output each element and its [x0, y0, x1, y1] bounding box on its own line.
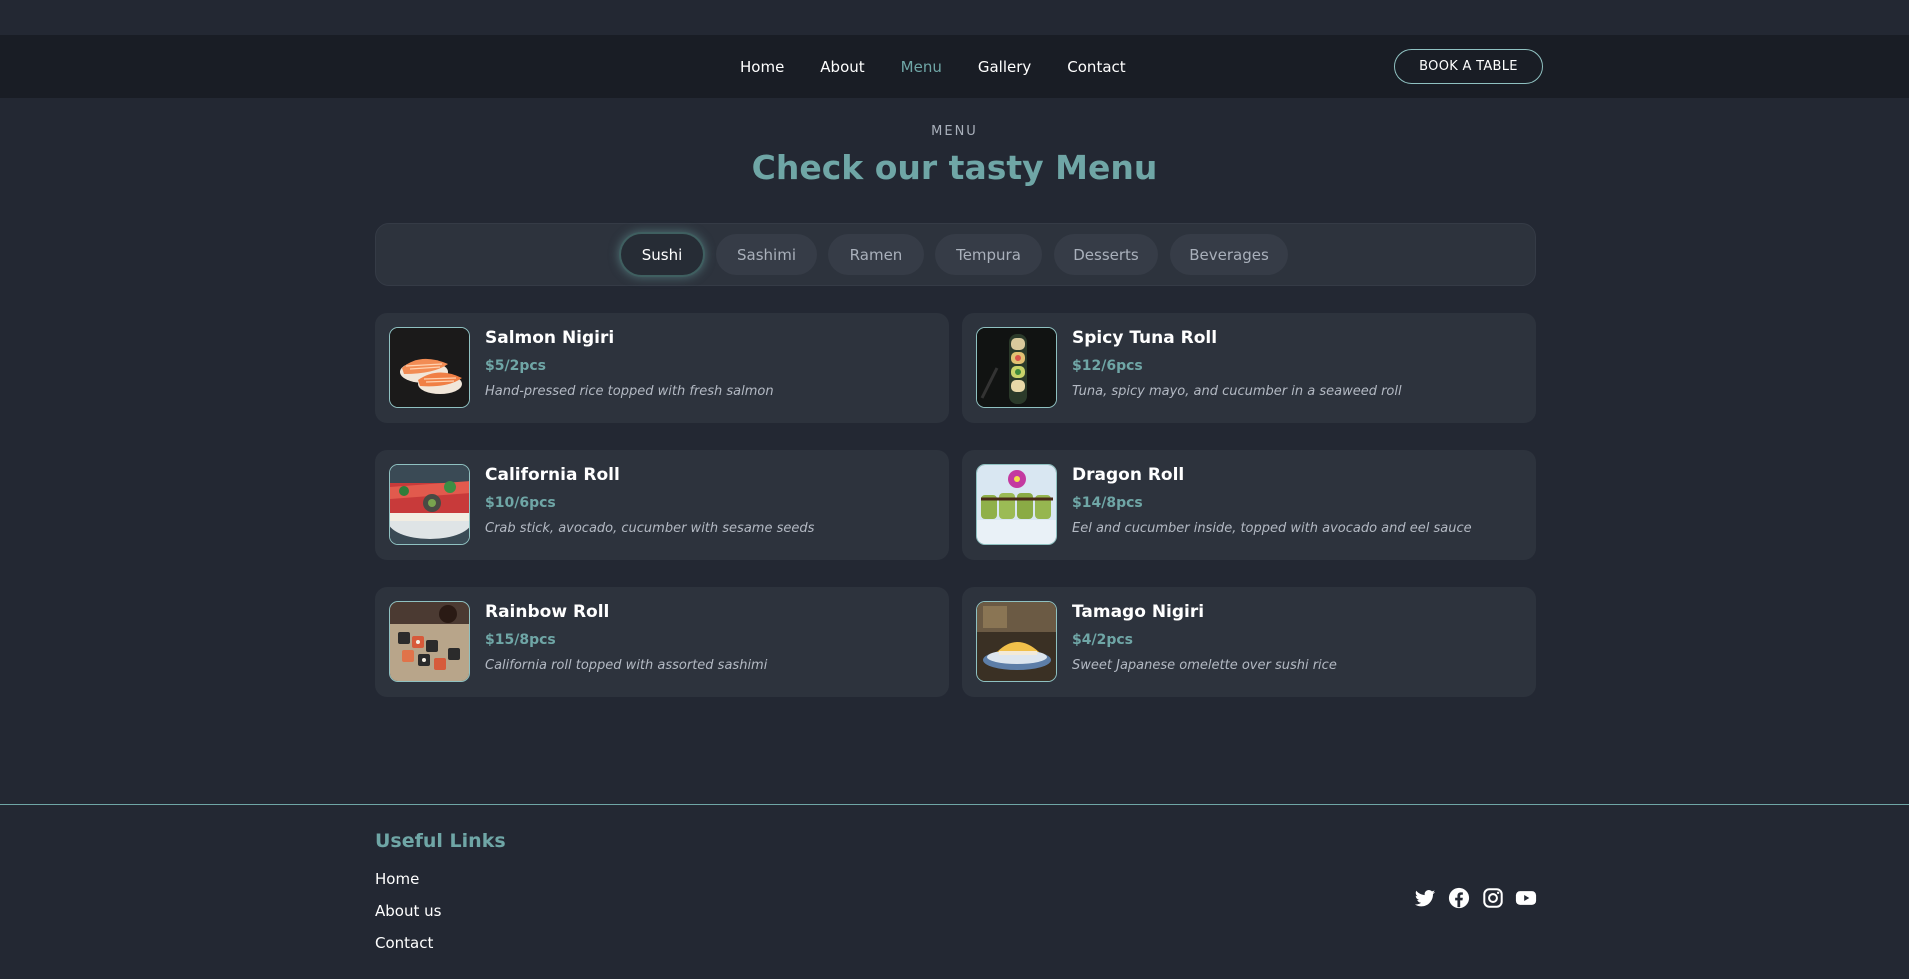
main-nav: Home About Menu Gallery Contact [740, 35, 1162, 98]
menu-item-card[interactable]: Dragon Roll $14/8pcs Eel and cucumber in… [962, 450, 1536, 560]
book-a-table-button[interactable]: BOOK A TABLE [1394, 49, 1543, 84]
tab-desserts[interactable]: Desserts [1054, 234, 1158, 275]
section-title: Check our tasty Menu [751, 148, 1158, 187]
tab-tempura[interactable]: Tempura [935, 234, 1042, 275]
footer-divider [0, 804, 1909, 805]
item-description: California roll topped with assorted sas… [485, 658, 768, 673]
item-name: Dragon Roll [1072, 465, 1185, 485]
menu-item-card[interactable]: Tamago Nigiri $4/2pcs Sweet Japanese ome… [962, 587, 1536, 697]
item-price: $14/8pcs [1072, 495, 1143, 511]
tab-sushi[interactable]: Sushi [621, 234, 703, 275]
nav-gallery-link[interactable]: Gallery [978, 58, 1031, 76]
menu-item-card[interactable]: California Roll $10/6pcs Crab stick, avo… [375, 450, 949, 560]
item-price: $5/2pcs [485, 358, 546, 374]
spicy-tuna-roll-photo [976, 327, 1057, 408]
item-name: Spicy Tuna Roll [1072, 328, 1218, 348]
item-description: Hand-pressed rice topped with fresh salm… [485, 384, 774, 399]
item-price: $12/6pcs [1072, 358, 1143, 374]
item-name: Salmon Nigiri [485, 328, 615, 348]
twitter-icon[interactable] [1414, 887, 1436, 909]
tamago-nigiri-photo [976, 601, 1057, 682]
nav-home-link[interactable]: Home [740, 58, 784, 76]
item-price: $15/8pcs [485, 632, 556, 648]
nav-contact-link[interactable]: Contact [1067, 58, 1125, 76]
menu-item-card[interactable]: Salmon Nigiri $5/2pcs Hand-pressed rice … [375, 313, 949, 423]
menu-item-card[interactable]: Spicy Tuna Roll $12/6pcs Tuna, spicy may… [962, 313, 1536, 423]
footer-link-contact[interactable]: Contact [375, 934, 433, 952]
dragon-roll-photo [976, 464, 1057, 545]
footer-link-home[interactable]: Home [375, 870, 419, 888]
item-price: $10/6pcs [485, 495, 556, 511]
item-description: Sweet Japanese omelette over sushi rice [1072, 658, 1337, 673]
tab-ramen[interactable]: Ramen [828, 234, 924, 275]
item-price: $4/2pcs [1072, 632, 1133, 648]
item-description: Crab stick, avocado, cucumber with sesam… [485, 521, 815, 536]
item-name: Rainbow Roll [485, 602, 610, 622]
tab-sashimi[interactable]: Sashimi [716, 234, 817, 275]
item-description: Eel and cucumber inside, topped with avo… [1072, 521, 1472, 536]
nav-menu-link[interactable]: Menu [901, 58, 942, 76]
nav-about-link[interactable]: About [820, 58, 864, 76]
navbar: Home About Menu Gallery Contact BOOK A T… [0, 35, 1909, 98]
section-tag: MENU [931, 124, 978, 139]
facebook-icon[interactable] [1448, 887, 1470, 909]
footer-link-about[interactable]: About us [375, 902, 441, 920]
rainbow-roll-photo [389, 601, 470, 682]
menu-tabs: Sushi Sashimi Ramen Tempura Desserts Bev… [375, 223, 1536, 286]
item-name: California Roll [485, 465, 620, 485]
footer-title: Useful Links [375, 830, 506, 852]
salmon-nigiri-photo [389, 327, 470, 408]
youtube-icon[interactable] [1515, 887, 1537, 909]
california-roll-photo [389, 464, 470, 545]
menu-item-card[interactable]: Rainbow Roll $15/8pcs California roll to… [375, 587, 949, 697]
tab-beverages[interactable]: Beverages [1170, 234, 1288, 275]
instagram-icon[interactable] [1482, 887, 1504, 909]
item-name: Tamago Nigiri [1072, 602, 1205, 622]
item-description: Tuna, spicy mayo, and cucumber in a seaw… [1072, 384, 1402, 399]
